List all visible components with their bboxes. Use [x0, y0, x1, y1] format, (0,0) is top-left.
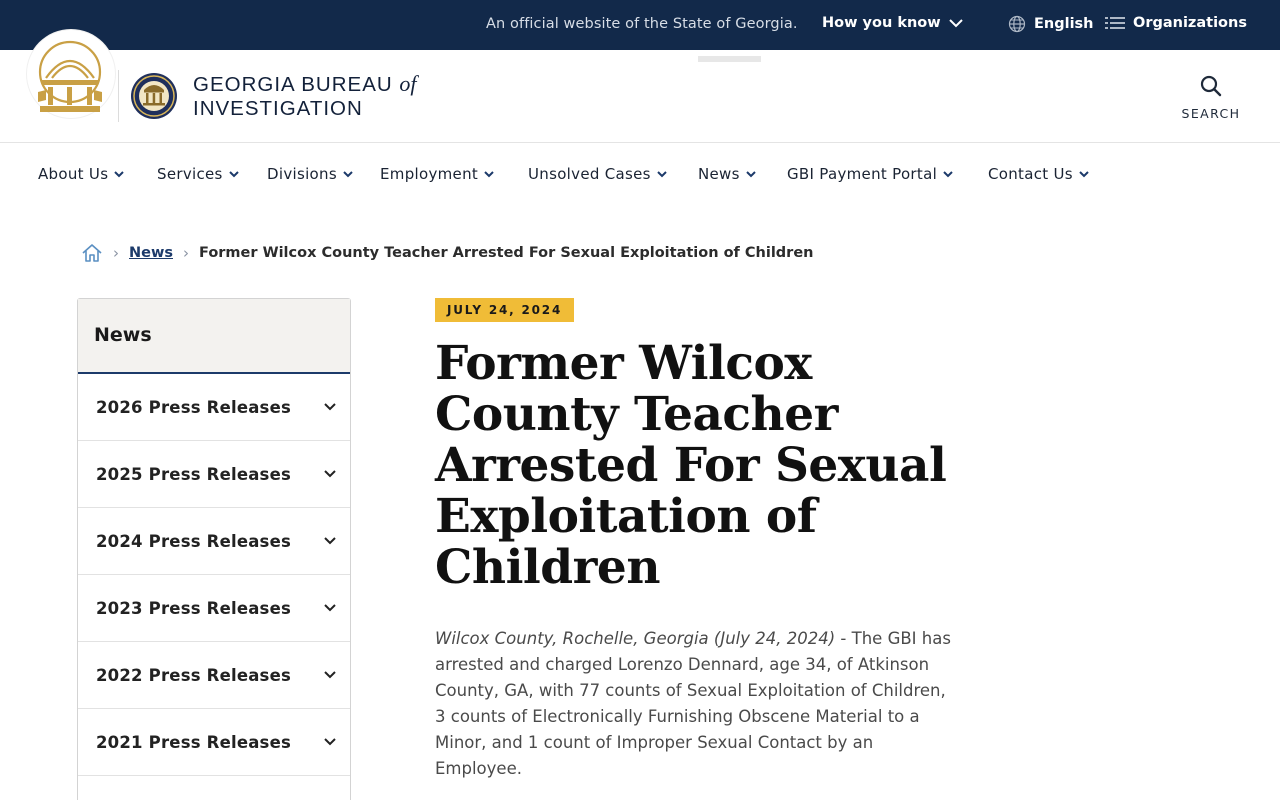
article-dateline: Wilcox County, Rochelle, Georgia (July 2…: [435, 629, 836, 648]
how-you-know-toggle[interactable]: How you know: [822, 15, 963, 31]
nav-label: Services: [157, 165, 223, 183]
official-site-text: An official website of the State of Geor…: [486, 16, 798, 32]
gbi-seal-logo[interactable]: [130, 70, 178, 122]
chevron-down-icon: [948, 18, 963, 27]
chevron-down-icon: [228, 171, 239, 178]
language-selector[interactable]: English: [1008, 15, 1094, 33]
sidebar-item-2023[interactable]: 2023 Press Releases: [78, 575, 350, 642]
language-label: English: [1034, 16, 1094, 32]
nav-label: Contact Us: [988, 165, 1073, 183]
article-body-text: - The GBI has arrested and charged Loren…: [435, 629, 951, 778]
sidebar-item-2022[interactable]: 2022 Press Releases: [78, 642, 350, 709]
chevron-down-icon: [114, 171, 125, 178]
organizations-label: Organizations: [1133, 15, 1247, 31]
chevron-right-icon: ›: [183, 244, 189, 262]
article-body: Wilcox County, Rochelle, Georgia (July 2…: [435, 626, 955, 782]
main-nav: About Us Services Divisions Employment U…: [0, 143, 1280, 207]
nav-label: About Us: [38, 165, 109, 183]
chevron-right-icon: ›: [113, 244, 119, 262]
nav-active-indicator: [698, 56, 761, 62]
sidebar-item-2021[interactable]: 2021 Press Releases: [78, 709, 350, 776]
nav-label: Divisions: [267, 165, 337, 183]
sidebar-item-label: 2026 Press Releases: [96, 397, 291, 417]
chevron-down-icon: [324, 403, 336, 411]
nav-item-about-us[interactable]: About Us: [38, 165, 125, 183]
chevron-down-icon: [943, 171, 953, 178]
sidebar-item-2024[interactable]: 2024 Press Releases: [78, 508, 350, 575]
nav-label: GBI Payment Portal: [787, 165, 938, 183]
breadcrumb-current: Former Wilcox County Teacher Arrested Fo…: [199, 245, 814, 261]
chevron-down-icon: [484, 171, 494, 178]
search-icon: [1200, 75, 1222, 97]
agency-line1: GEORGIA BUREAU: [193, 73, 393, 96]
chevron-down-icon: [324, 537, 336, 545]
sidebar-item-label: 2023 Press Releases: [96, 598, 291, 618]
sidebar-item-2025[interactable]: 2025 Press Releases: [78, 441, 350, 508]
nav-label: Unsolved Cases: [528, 165, 651, 183]
sidebar-item-label: 2025 Press Releases: [96, 464, 291, 484]
agency-of: of: [399, 71, 417, 96]
organizations-link[interactable]: Organizations: [1105, 15, 1247, 31]
breadcrumb: › News › Former Wilcox County Teacher Ar…: [81, 241, 814, 265]
nav-item-gbi-payment-portal[interactable]: GBI Payment Portal: [787, 165, 953, 183]
search-label: SEARCH: [1181, 106, 1241, 121]
nav-label: Employment: [380, 165, 479, 183]
site-header: [0, 50, 1280, 143]
chevron-down-icon: [324, 671, 336, 679]
chevron-down-icon: [746, 171, 756, 178]
sidebar-item-label: 2024 Press Releases: [96, 531, 291, 551]
nav-item-news[interactable]: News: [698, 165, 756, 183]
chevron-down-icon: [324, 604, 336, 612]
nav-item-services[interactable]: Services: [157, 165, 239, 183]
nav-item-contact-us[interactable]: Contact Us: [988, 165, 1089, 183]
logo-divider: [118, 70, 119, 122]
sidebar-item-2026[interactable]: 2026 Press Releases: [78, 374, 350, 441]
date-badge: JULY 24, 2024: [435, 298, 575, 322]
chevron-down-icon: [657, 171, 667, 178]
chevron-down-icon: [324, 470, 336, 478]
nav-item-employment[interactable]: Employment: [380, 165, 494, 183]
sidebar-item-label: 2021 Press Releases: [96, 732, 291, 752]
chevron-down-icon: [324, 738, 336, 746]
breadcrumb-news-link[interactable]: News: [129, 245, 173, 261]
georgia-arch-logo[interactable]: [36, 40, 104, 116]
nav-label: News: [698, 165, 740, 183]
home-icon[interactable]: [81, 242, 103, 264]
search-button[interactable]: SEARCH: [1180, 74, 1242, 121]
sidebar-title[interactable]: News: [78, 299, 350, 374]
gov-banner: An official website of the State of Geor…: [0, 0, 1280, 50]
agency-line2: INVESTIGATION: [193, 97, 363, 120]
news-sidebar: News 2026 Press Releases 2025 Press Rele…: [77, 298, 351, 800]
article-title: Former Wilcox County Teacher Arrested Fo…: [435, 336, 947, 595]
nav-item-unsolved-cases[interactable]: Unsolved Cases: [528, 165, 667, 183]
globe-icon: [1008, 15, 1026, 33]
sidebar-item-label: 2022 Press Releases: [96, 665, 291, 685]
how-you-know-label: How you know: [822, 15, 941, 31]
chevron-down-icon: [1079, 171, 1089, 178]
chevron-down-icon: [343, 171, 353, 178]
nav-item-divisions[interactable]: Divisions: [267, 165, 353, 183]
list-icon: [1105, 17, 1125, 29]
agency-name[interactable]: GEORGIA BUREAU of INVESTIGATION: [193, 72, 417, 121]
